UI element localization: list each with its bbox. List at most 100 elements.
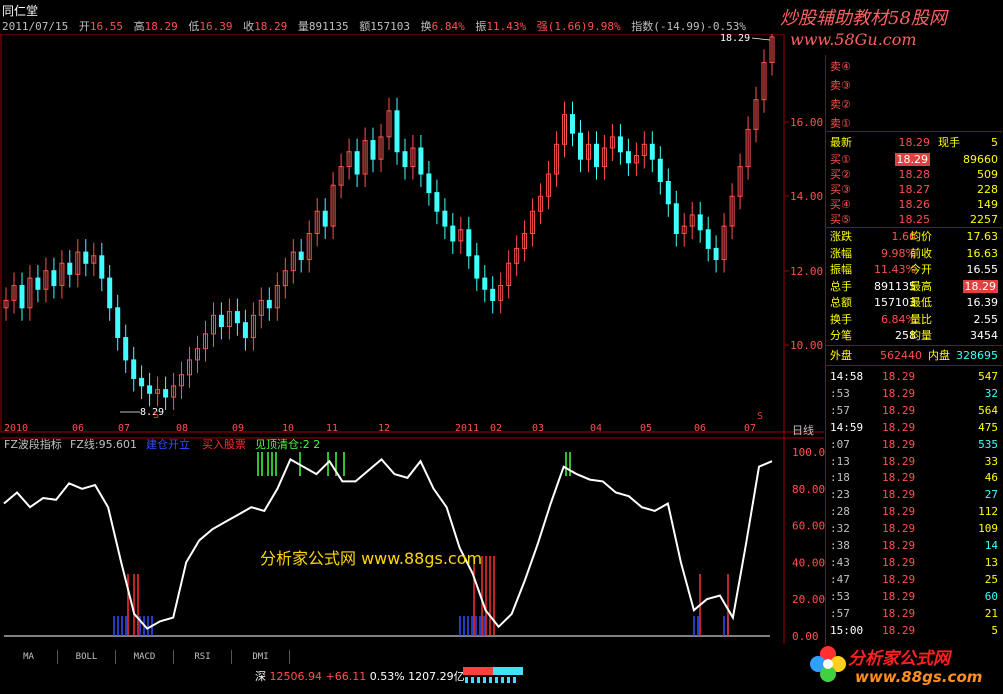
- candle-body: [450, 225, 456, 242]
- indicator-watermark: 分析家公式网 www.88gs.com: [260, 549, 482, 568]
- buy-level-2: 买② 18.28 509: [830, 168, 998, 181]
- ohlc-info-bar: 2011/07/15 开16.55 高18.29 低16.39 收18.29 量…: [2, 18, 750, 34]
- candle-body: [67, 262, 73, 275]
- buy-level-4: 买④ 18.26 149: [830, 198, 998, 211]
- info-strength: 强(1.66)9.98%: [536, 20, 621, 33]
- stat-row: 总额 157103 最低 16.39: [830, 296, 998, 309]
- candle-body: [705, 229, 711, 249]
- indicator-name: FZ波段指标: [4, 437, 62, 451]
- candle-body: [163, 389, 169, 398]
- info-amplitude: 振11.43%: [475, 20, 527, 33]
- candle-body: [673, 203, 679, 235]
- info-open: 开16.55: [78, 20, 123, 33]
- status-pct: 0.53%: [369, 670, 405, 683]
- legend-buy: 买入股票: [202, 438, 246, 451]
- month-label: 11: [326, 423, 338, 434]
- candle-body: [578, 132, 583, 160]
- logo-url: www.88gs.com: [855, 668, 983, 686]
- candle-body: [482, 277, 488, 290]
- candle-body: [657, 158, 663, 182]
- sell-3: 卖③: [830, 79, 851, 92]
- candle-body: [298, 251, 304, 261]
- tab-dmi[interactable]: DMI: [232, 650, 290, 664]
- candle-body: [713, 247, 719, 260]
- stat-row: 涨幅 9.98% 前收 16.63: [830, 246, 998, 260]
- tab-macd[interactable]: MACD: [116, 650, 174, 664]
- candle-body: [434, 192, 440, 212]
- stat-row: 分笔 258 均量 3454: [830, 329, 998, 342]
- candle-body: [83, 251, 89, 264]
- candle-body: [474, 255, 480, 279]
- indicator-tick: 20.00: [792, 593, 825, 606]
- chart-area[interactable]: 16.00 14.00 12.00 10.00 18.29 8.29 S S 2…: [0, 34, 825, 650]
- s-marker-right: S: [757, 411, 763, 422]
- candle-body: [354, 151, 360, 175]
- tab-boll[interactable]: BOLL: [58, 650, 116, 664]
- candle-body: [19, 285, 25, 309]
- period-label: 日线: [792, 423, 814, 437]
- info-date: 2011/07/15: [2, 20, 69, 33]
- legend-top: 见顶清仓:2 2: [255, 437, 320, 451]
- month-label: 10: [282, 423, 294, 434]
- month-label: 06: [694, 423, 706, 434]
- candle-body: [51, 270, 57, 287]
- info-volume: 量891135: [297, 20, 349, 33]
- price-tick-marks: [784, 121, 789, 346]
- price-tick: 10.00: [790, 339, 823, 352]
- candle-body: [234, 311, 240, 324]
- candle-body: [123, 337, 129, 361]
- candle-body: [625, 151, 631, 164]
- watermark-title: 炒股辅助教材58股网: [780, 8, 947, 29]
- candle-body: [570, 114, 575, 134]
- candle-body: [418, 147, 424, 175]
- candle-body: [394, 110, 400, 153]
- candle-body: [402, 151, 408, 168]
- candle-body: [426, 173, 432, 194]
- indicator-tick: 80.00: [792, 483, 825, 496]
- candle-body: [139, 377, 145, 387]
- stock-title: 同仁堂: [2, 4, 39, 18]
- month-label: 02: [490, 423, 502, 434]
- month-label: 2011: [455, 423, 479, 434]
- tab-ma[interactable]: MA: [0, 650, 58, 664]
- stat-row: 振幅 11.43% 今开 16.55: [830, 263, 998, 276]
- candle-body: [107, 277, 113, 309]
- logo-name: 分析家公式网: [848, 649, 950, 669]
- stat-row: 换手 6.84% 量比 2.55: [830, 312, 998, 326]
- month-label: 03: [532, 423, 544, 434]
- signal-bars: [113, 452, 729, 636]
- price-tick: 16.00: [790, 116, 823, 129]
- candle-body: [442, 210, 448, 227]
- candle-body: [697, 214, 703, 231]
- high-marker-line: [751, 37, 771, 41]
- latest-row: 最新 18.29 现手 5: [830, 136, 998, 149]
- candle-body: [99, 255, 105, 279]
- tab-rsi[interactable]: RSI: [174, 650, 232, 664]
- candle-body: [242, 322, 248, 339]
- indicator-tick: 100.00: [792, 446, 825, 459]
- candle-body: [370, 140, 376, 160]
- buy-level-1: 买① 18.29 89660: [830, 153, 998, 166]
- logo-flower-icon: [810, 646, 846, 682]
- candle-body: [594, 143, 599, 168]
- candlesticks: [3, 34, 775, 410]
- status-market: 深: [255, 670, 266, 683]
- high-price-marker: 18.29: [720, 34, 750, 44]
- price-tick: 14.00: [790, 190, 823, 203]
- candle-body: [665, 181, 671, 205]
- sell-4: 卖④: [830, 60, 851, 73]
- status-index: 12506.94: [269, 670, 323, 683]
- candle-body: [218, 314, 224, 327]
- stat-row: 总手 891135 最高 18.29: [830, 279, 998, 293]
- price-frame: [0, 34, 785, 433]
- quote-panel: 卖④ 卖③ 卖② 卖① 最新 18.29 现手 5 买① 18.29 89660 买②…: [825, 55, 1002, 645]
- month-label: 07: [118, 423, 130, 434]
- indicator-tabs: MA BOLL MACD RSI DMI: [0, 650, 820, 664]
- info-close: 收18.29: [243, 20, 288, 33]
- legend-build: 建仓开立: [146, 437, 190, 451]
- candle-body: [466, 229, 472, 257]
- month-label: 08: [176, 423, 188, 434]
- month-label: 05: [640, 423, 652, 434]
- price-tick: 12.00: [790, 265, 823, 278]
- month-label: 06: [72, 423, 84, 434]
